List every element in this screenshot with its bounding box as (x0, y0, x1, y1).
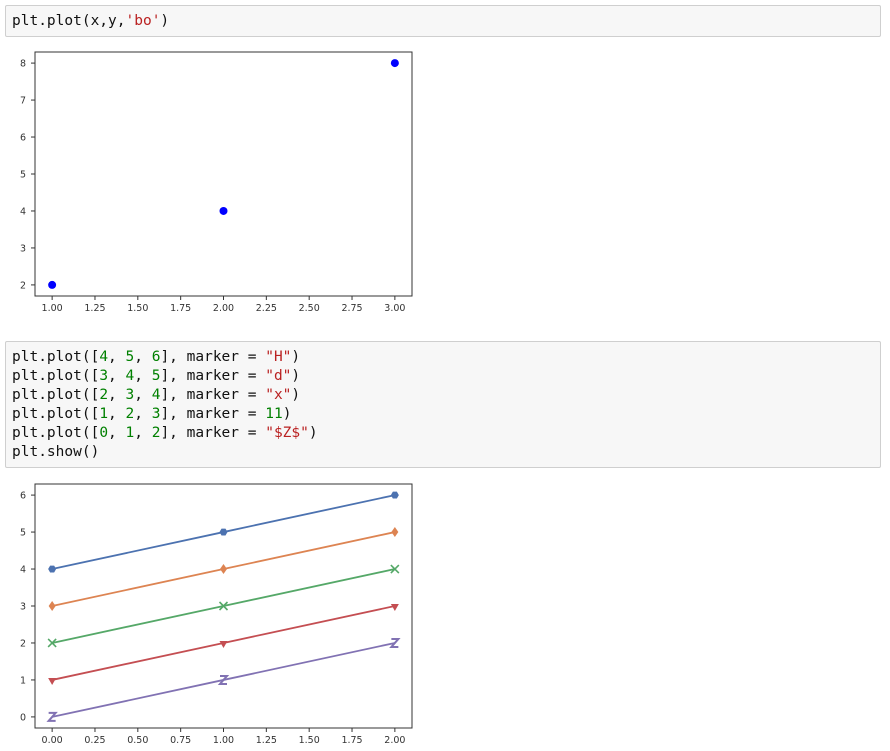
code-line: plt.show() (12, 443, 874, 462)
code-text: plt.plot([ (12, 368, 100, 384)
code-line: plt.plot([0, 1, 2], marker = "$Z$") (12, 424, 874, 443)
code-number: 4 (125, 368, 135, 384)
code-text: ], marker = (160, 387, 266, 403)
chart-2: 0.00 0.25 0.50 0.75 1.00 1.25 1.50 1.75 2.00 0 1 2 3… (20, 483, 413, 746)
code-text: plt.plot([ (12, 387, 100, 403)
x-tick-label: 0.25 (84, 735, 105, 746)
x-tick-label: 1.75 (170, 303, 191, 314)
code-text: plt.plot([ (12, 425, 100, 441)
code-line: plt.plot(x,y,'bo') (12, 12, 874, 31)
code-number: 5 (125, 349, 135, 365)
x-tick-label: 2.75 (341, 303, 362, 314)
code-line: plt.plot([3, 4, 5], marker = "d") (12, 367, 874, 386)
code-line: plt.plot([2, 3, 4], marker = "x") (12, 386, 874, 405)
x-tick-label: 0.75 (170, 735, 191, 746)
y-tick-label: 5 (20, 170, 26, 181)
data-point (219, 206, 228, 215)
code-text: , (134, 349, 152, 365)
x-tick-label: 0.50 (127, 735, 148, 746)
y-tick-label: 4 (20, 206, 26, 217)
code-cell-1[interactable]: plt.plot(x,y,'bo') (5, 5, 881, 37)
x-tick-label: 1.50 (127, 303, 148, 314)
code-text: , (134, 387, 152, 403)
y-tick-label: 2 (20, 280, 26, 291)
x-tick-label: 0.00 (42, 735, 63, 746)
x-tick-label: 1.50 (299, 735, 320, 746)
y-tick-label: 5 (20, 528, 26, 539)
code-number: 3 (125, 387, 135, 403)
code-text: , (134, 425, 152, 441)
code-cell-1-source[interactable]: plt.plot(x,y,'bo') (6, 6, 880, 37)
code-line: plt.plot([1, 2, 3], marker = 11) (12, 405, 874, 424)
code-number: 11 (265, 406, 283, 422)
y-tick-label: 2 (20, 638, 26, 649)
code-text: ], marker = (160, 368, 266, 384)
code-text: , (134, 406, 152, 422)
x-tick-label: 1.00 (213, 735, 234, 746)
data-point (48, 280, 57, 289)
y-tick-label: 3 (20, 602, 26, 613)
x-tick-label: 1.25 (256, 735, 277, 746)
y-tick-label: 7 (20, 96, 26, 107)
code-text: ) (291, 368, 301, 384)
code-string: "d" (265, 368, 292, 384)
code-text: , (108, 406, 126, 422)
code-cell-2[interactable]: plt.plot([4, 5, 6], marker = "H") plt.plo… (5, 341, 881, 468)
code-cell-2-source[interactable]: plt.plot([4, 5, 6], marker = "H") plt.plo… (6, 342, 880, 468)
code-text: ) (308, 425, 318, 441)
code-number: 0 (99, 425, 109, 441)
code-text: ], marker = (160, 349, 266, 365)
plot-area (34, 51, 413, 297)
x-tick-label: 1.25 (84, 303, 105, 314)
y-tick-label: 0 (20, 712, 26, 723)
code-line: plt.plot([4, 5, 6], marker = "H") (12, 348, 874, 367)
y-tick-label: 3 (20, 243, 26, 254)
x-tick-label: 2.25 (256, 303, 277, 314)
code-string: "H" (265, 349, 292, 365)
code-text: ) (160, 13, 170, 29)
code-text: plt.show() (12, 444, 100, 460)
x-tick-label: 2.00 (384, 735, 405, 746)
code-number: 2 (99, 387, 109, 403)
code-string: 'bo' (125, 13, 161, 29)
code-text: , (108, 349, 126, 365)
x-tick-label: 1.00 (42, 303, 63, 314)
code-text: , (108, 368, 126, 384)
y-tick-label: 8 (20, 59, 26, 70)
y-tick-label: 6 (20, 491, 26, 502)
x-tick-label: 2.50 (299, 303, 320, 314)
code-number: 3 (99, 368, 109, 384)
code-text: , (108, 425, 126, 441)
data-point (390, 59, 399, 68)
code-text: plt.plot([ (12, 406, 100, 422)
chart-1: 1.00 1.25 1.50 1.75 2.00 2.25 2.50 2.75 3.00 2 3 4 5… (20, 51, 413, 314)
code-text: ) (291, 349, 301, 365)
y-tick-label: 1 (20, 675, 26, 686)
code-text: ) (282, 406, 292, 422)
code-text: plt.plot([ (12, 349, 100, 365)
code-number: 4 (99, 349, 109, 365)
x-tick-label: 1.75 (341, 735, 362, 746)
code-string: "x" (265, 387, 292, 403)
code-string: "$Z$" (265, 425, 309, 441)
code-text: plt.plot(x,y, (12, 13, 126, 29)
x-tick-label: 2.00 (213, 303, 234, 314)
y-tick-label: 6 (20, 133, 26, 144)
code-number: 2 (125, 406, 135, 422)
code-number: 1 (99, 406, 109, 422)
code-text: ) (291, 387, 301, 403)
code-text: , (108, 387, 126, 403)
x-tick-label: 3.00 (384, 303, 405, 314)
code-number: 1 (125, 425, 135, 441)
code-text: ], marker = (160, 406, 266, 422)
y-tick-label: 4 (20, 565, 26, 576)
code-text: , (134, 368, 152, 384)
code-text: ], marker = (160, 425, 266, 441)
